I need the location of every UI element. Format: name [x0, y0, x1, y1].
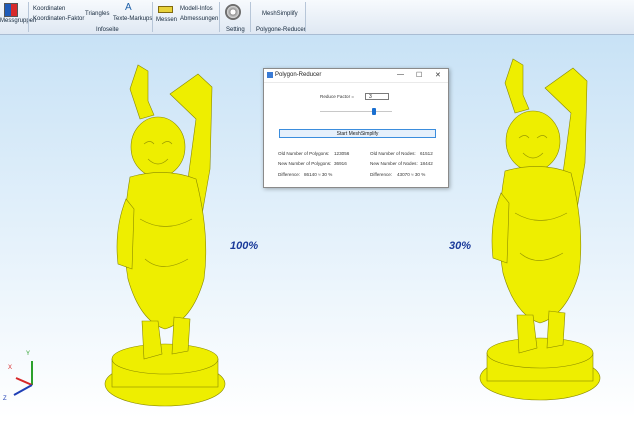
buddha-model-reduced — [479, 58, 601, 401]
ribbon-toolbar: Messgruppen Koordinaten Koordinaten-Fakt… — [0, 0, 634, 35]
axis-x-label: X — [8, 365, 13, 371]
abmessungen-button[interactable]: Abmessungen — [180, 16, 218, 22]
old-nodes-value: 61512 — [420, 151, 433, 156]
new-nodes-label: New Number of Nodes: — [370, 161, 418, 166]
axis-z-label: Z — [3, 396, 7, 402]
messgruppen-icon[interactable] — [4, 3, 18, 17]
axis-triad — [13, 361, 33, 396]
buddha-model-original — [104, 64, 226, 407]
difference-left-value: 86140 ≈ 30 % — [304, 172, 333, 177]
old-polygons-value: 123056 — [334, 151, 350, 156]
old-nodes-label: Old Number of Nodes: — [370, 151, 416, 156]
dialog-title: Polygon-Reducer — [275, 72, 322, 78]
new-nodes-value: 18442 — [420, 161, 433, 166]
ribbon-separator — [219, 2, 220, 32]
group-polygone-reducer-label: Polygone-Reducer — [256, 27, 306, 33]
difference-left-label: Difference: — [278, 172, 301, 177]
messen-button[interactable]: Messen — [156, 17, 177, 23]
old-polygons-label: Old Number of Polygons: — [278, 151, 330, 156]
koordinaten-button[interactable]: Koordinaten — [33, 6, 65, 12]
difference-right-label: Difference: — [370, 172, 393, 177]
modell-infos-button[interactable]: Modell-Infos — [180, 6, 213, 12]
koordinaten-faktor-button[interactable]: Koordinaten-Faktor — [33, 16, 84, 22]
reduce-factor-label: Reduce Factor = — [320, 94, 355, 99]
app-icon — [267, 72, 273, 78]
start-meshsimplify-button[interactable]: Start MeshSimplify — [279, 129, 436, 138]
group-infoseite-label: Infoseite — [96, 27, 119, 33]
right-percentage-label: 30% — [449, 240, 472, 252]
ribbon-separator — [250, 2, 251, 32]
meshsimplify-button[interactable]: MeshSimplify — [262, 11, 298, 17]
group-setting-label: Setting — [226, 27, 245, 33]
ribbon-separator — [152, 2, 153, 32]
messgruppen-button[interactable]: Messgruppen — [0, 18, 36, 24]
text-a-icon[interactable]: A — [125, 2, 132, 13]
close-icon[interactable]: ✕ — [435, 71, 441, 79]
left-percentage-label: 100% — [230, 240, 259, 252]
reduce-factor-slider-thumb[interactable] — [372, 108, 376, 115]
polygon-reducer-dialog: Polygon-Reducer — ☐ ✕ Reduce Factor = 3 … — [263, 68, 449, 188]
gear-icon[interactable] — [225, 4, 241, 20]
minimize-icon[interactable]: — — [397, 71, 404, 78]
new-polygons-label: New Number of Polygons: — [278, 161, 332, 166]
triangles-button[interactable]: Triangles — [85, 11, 109, 17]
dialog-titlebar[interactable]: Polygon-Reducer — ☐ ✕ — [264, 69, 448, 83]
difference-right-value: 43070 ≈ 30 % — [397, 172, 426, 177]
reduce-factor-input[interactable]: 3 — [365, 93, 389, 100]
new-polygons-value: 36916 — [334, 161, 347, 166]
maximize-icon[interactable]: ☐ — [416, 71, 422, 79]
ribbon-separator — [305, 2, 306, 32]
texte-markups-button[interactable]: Texte-Markups — [113, 16, 152, 22]
reduce-factor-slider-track[interactable] — [320, 111, 392, 112]
axis-y-label: Y — [26, 351, 31, 357]
ribbon-separator — [28, 2, 29, 32]
ruler-icon[interactable] — [158, 6, 173, 13]
